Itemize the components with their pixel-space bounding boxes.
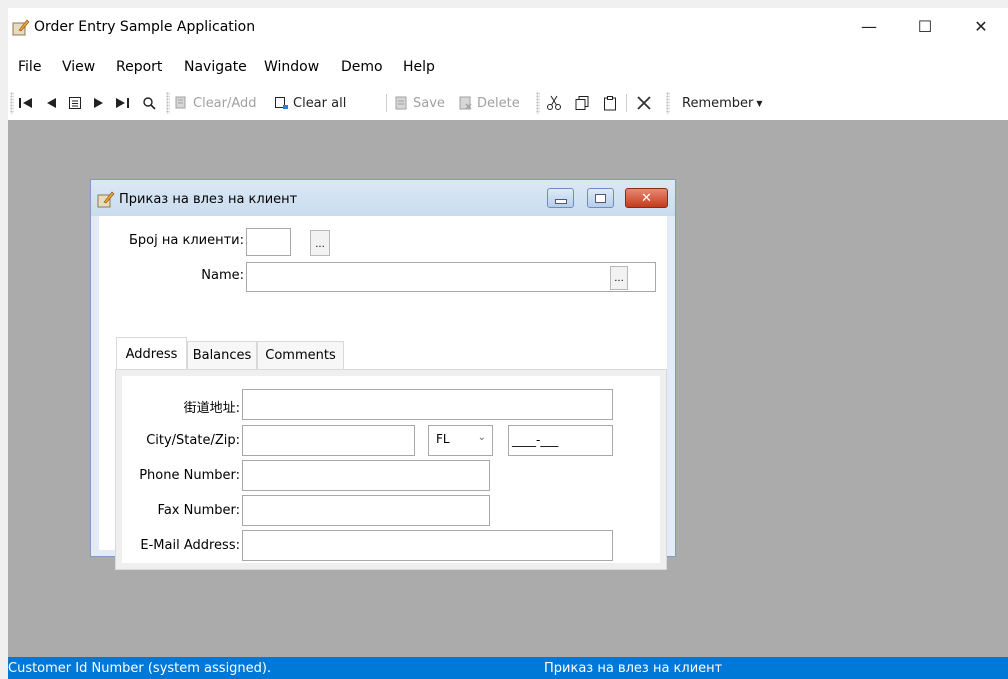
menu-navigate[interactable]: Navigate [184, 59, 247, 75]
toolbar-grip[interactable] [666, 92, 670, 114]
name-lookup-button[interactable]: ... [610, 266, 628, 290]
copy-icon[interactable] [574, 92, 590, 114]
menu-help[interactable]: Help [403, 59, 435, 75]
menu-file[interactable]: File [18, 59, 41, 75]
state-select[interactable]: FL ⌄ [428, 425, 493, 456]
email-address-label: E-Mail Address: [140, 538, 240, 553]
child-close-button[interactable]: ✕ [625, 188, 668, 208]
app-window: Order Entry Sample Application — ☐ ✕ Fil… [8, 8, 1008, 679]
screen-edge-top [0, 0, 1008, 8]
address-tab-panel: 街道地址: City/State/Zip: FL ⌄ ____-___ Phon… [115, 369, 667, 570]
cut-icon[interactable] [546, 92, 562, 114]
remember-dropdown[interactable]: Remember ▼ [682, 92, 763, 114]
delete-button[interactable]: Delete [458, 92, 520, 114]
menu-window[interactable]: Window [264, 59, 319, 75]
tab-balances[interactable]: Balances [187, 341, 257, 369]
address-tab-content: 街道地址: City/State/Zip: FL ⌄ ____-___ Phon… [122, 376, 660, 563]
screen-edge-left [0, 0, 8, 679]
customer-number-field[interactable] [246, 228, 291, 256]
delete-icon [459, 96, 472, 109]
minimize-button[interactable]: — [846, 8, 892, 44]
app-icon [12, 19, 30, 36]
street-address-label: 街道地址: [183, 401, 240, 416]
chevron-down-icon: ▼ [756, 98, 763, 108]
fax-number-label: Fax Number: [157, 503, 240, 518]
customer-number-lookup-button[interactable]: ... [310, 230, 330, 256]
toolbar: Clear/Add Clear all Save Delete Remember… [8, 88, 768, 118]
zip-field[interactable]: ____-___ [508, 425, 613, 456]
first-record-icon[interactable] [18, 92, 34, 114]
toolbar-separator [626, 94, 627, 112]
previous-record-icon[interactable] [44, 92, 58, 114]
next-record-icon[interactable] [92, 92, 106, 114]
email-address-field[interactable] [242, 530, 613, 561]
customer-entry-window: Приказ на влез на клиент ✕ Број на клиен… [90, 179, 676, 570]
chevron-down-icon: ⌄ [477, 432, 486, 443]
city-field[interactable] [242, 425, 415, 456]
state-value: FL [436, 432, 450, 446]
title-bar: Order Entry Sample Application — ☐ ✕ [8, 8, 1008, 44]
status-message: Customer Id Number (system assigned). [8, 661, 272, 676]
city-state-zip-label: City/State/Zip: [146, 433, 240, 448]
close-button[interactable]: ✕ [958, 8, 1004, 44]
phone-number-field[interactable] [242, 460, 490, 491]
clear-add-icon [175, 96, 186, 108]
toolbar-grip[interactable] [166, 92, 170, 114]
save-button[interactable]: Save [394, 92, 445, 114]
toolbar-separator [386, 94, 387, 112]
status-active-window: Приказ на влез на клиент [544, 661, 723, 676]
close-form-icon[interactable] [636, 92, 652, 114]
street-address-field[interactable] [242, 389, 613, 420]
paste-icon[interactable] [602, 92, 618, 114]
menu-bar: File View Report Navigate Window Demo He… [8, 59, 1008, 79]
maximize-button[interactable]: ☐ [902, 8, 948, 44]
status-bar: Customer Id Number (system assigned). Пр… [8, 657, 1008, 679]
clear-add-button[interactable]: Clear/Add [174, 92, 257, 114]
customer-number-label: Број на клиенти: [129, 233, 244, 248]
menu-report[interactable]: Report [116, 59, 162, 75]
child-title: Приказ на влез на клиент [119, 192, 298, 207]
clear-all-button[interactable]: Clear all [274, 92, 346, 114]
toolbar-grip[interactable] [10, 92, 14, 114]
child-client-area: Број на клиенти: ... Name: ... Address B… [99, 216, 667, 570]
child-minimize-button[interactable] [547, 188, 574, 208]
record-list-icon[interactable] [68, 92, 82, 114]
phone-number-label: Phone Number: [139, 468, 240, 483]
app-title: Order Entry Sample Application [34, 19, 256, 35]
zip-mask: ____-___ [512, 433, 559, 447]
name-label: Name: [201, 268, 244, 283]
tab-comments[interactable]: Comments [257, 341, 344, 369]
child-maximize-button[interactable] [587, 188, 614, 208]
child-app-icon [97, 191, 115, 208]
name-field[interactable] [246, 262, 656, 292]
search-icon[interactable] [142, 92, 156, 114]
menu-demo[interactable]: Demo [341, 59, 383, 75]
child-title-bar[interactable]: Приказ на влез на клиент ✕ [91, 180, 675, 216]
toolbar-grip[interactable] [536, 92, 540, 114]
save-icon [395, 96, 407, 109]
tab-address[interactable]: Address [116, 337, 187, 370]
fax-number-field[interactable] [242, 495, 490, 526]
last-record-icon[interactable] [114, 92, 130, 114]
clear-all-icon [275, 96, 288, 109]
menu-view[interactable]: View [62, 59, 95, 75]
